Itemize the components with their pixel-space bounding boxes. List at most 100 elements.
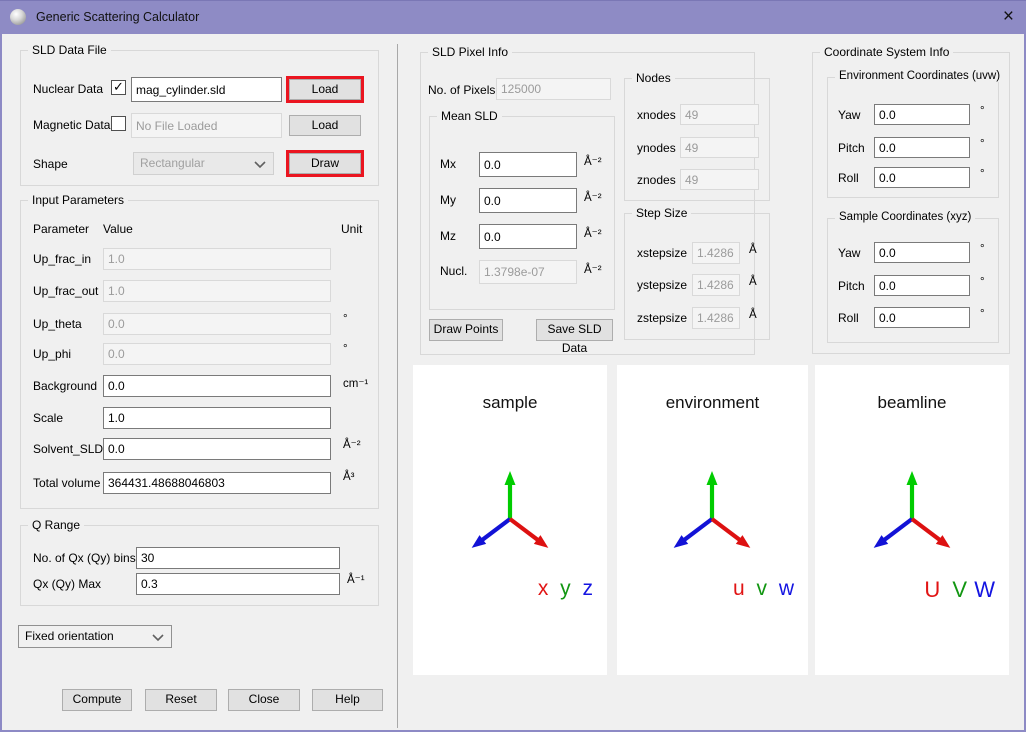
mz-unit: Å⁻²	[584, 226, 602, 240]
up-frac-in-input	[103, 248, 331, 270]
magnetic-data-label: Magnetic Data	[33, 118, 110, 132]
up-frac-out-input	[103, 280, 331, 302]
ynodes-label: ynodes	[637, 141, 676, 155]
my-input[interactable]	[479, 188, 577, 213]
up-frac-in-label: Up_frac_in	[33, 252, 91, 266]
env-yaw-input[interactable]	[874, 104, 970, 125]
total-volume-unit: Å³	[343, 471, 355, 483]
compute-button[interactable]: Compute	[62, 689, 132, 711]
background-input[interactable]	[103, 375, 331, 397]
shape-dropdown: Rectangular	[133, 152, 274, 175]
U-axis-label: U	[924, 577, 940, 602]
scale-label: Scale	[33, 411, 63, 425]
env-yaw-unit: °	[980, 105, 985, 117]
total-volume-label: Total volume	[33, 476, 100, 490]
draw-points-button[interactable]: Draw Points	[429, 319, 503, 341]
orientation-dropdown-value: Fixed orientation	[25, 629, 114, 643]
chevron-down-icon	[254, 161, 266, 169]
up-phi-input	[103, 343, 331, 365]
header-unit: Unit	[341, 222, 362, 236]
znodes-label: znodes	[637, 173, 676, 187]
close-button[interactable]: Close	[228, 689, 300, 711]
orientation-dropdown[interactable]: Fixed orientation	[18, 625, 172, 648]
mx-input[interactable]	[479, 152, 577, 177]
app-icon	[10, 9, 26, 25]
uvw-axis-labels: u v w	[727, 577, 794, 601]
no-of-pixels-input	[496, 78, 611, 100]
background-unit: cm⁻¹	[343, 376, 368, 390]
step-size-group: Step Size xstepsize Å ystepsize Å zsteps…	[624, 213, 770, 340]
reset-button[interactable]: Reset	[145, 689, 217, 711]
solvent-sld-input[interactable]	[103, 438, 331, 460]
ystepsize-label: ystepsize	[637, 278, 687, 292]
sample-pitch-label: Pitch	[838, 279, 865, 293]
qx-max-label: Qx (Qy) Max	[33, 577, 101, 591]
nuclear-load-button[interactable]: Load	[289, 79, 361, 100]
no-of-pixels-label: No. of Pixels	[428, 83, 495, 97]
sample-axes-panel: sample x y z	[413, 365, 607, 675]
solvent-sld-unit: Å⁻²	[343, 437, 361, 451]
zstepsize-unit: Å	[749, 309, 757, 321]
close-icon[interactable]: ×	[1003, 5, 1014, 29]
mz-label: Mz	[440, 229, 456, 243]
xyz-axes-icon	[435, 453, 585, 573]
window-title: Generic Scattering Calculator	[36, 10, 199, 24]
magnetic-data-checkbox[interactable]	[111, 116, 126, 131]
env-pitch-label: Pitch	[838, 141, 865, 155]
total-volume-input[interactable]	[103, 472, 331, 494]
sample-roll-input[interactable]	[874, 307, 970, 328]
env-roll-label: Roll	[838, 171, 859, 185]
input-parameters-title: Input Parameters	[28, 193, 128, 207]
mean-sld-group: Mean SLD Mx Å⁻² My Å⁻² Mz Å⁻² Nucl. Å⁻²	[429, 116, 615, 310]
q-range-group: Q Range No. of Qx (Qy) bins Qx (Qy) Max …	[20, 525, 379, 606]
sample-pitch-input[interactable]	[874, 275, 970, 296]
header-value: Value	[103, 222, 133, 236]
chevron-down-icon	[152, 634, 164, 642]
nuclear-data-file-input[interactable]	[131, 77, 282, 102]
sample-roll-label: Roll	[838, 311, 859, 325]
help-button[interactable]: Help	[312, 689, 383, 711]
nucl-unit: Å⁻²	[584, 262, 602, 276]
ynodes-input	[680, 137, 759, 158]
sld-data-file-group: SLD Data File Nuclear Data ✓ Load Magnet…	[20, 50, 379, 186]
magnetic-data-file-input	[131, 113, 282, 138]
u-axis-label: u	[733, 577, 745, 600]
save-sld-data-button[interactable]: Save SLD Data	[536, 319, 613, 341]
sld-pixel-info-title: SLD Pixel Info	[428, 45, 512, 59]
env-roll-unit: °	[980, 168, 985, 180]
xstepsize-unit: Å	[749, 244, 757, 256]
environment-coordinates-group: Environment Coordinates (uvw) Yaw ° Pitc…	[827, 77, 999, 198]
env-pitch-input[interactable]	[874, 137, 970, 158]
xnodes-input	[680, 104, 759, 125]
qx-bins-label: No. of Qx (Qy) bins	[33, 551, 136, 565]
env-pitch-unit: °	[980, 138, 985, 150]
background-label: Background	[33, 379, 97, 393]
shape-dropdown-value: Rectangular	[140, 156, 205, 170]
qx-max-input[interactable]	[136, 573, 340, 595]
mx-unit: Å⁻²	[584, 154, 602, 168]
nucl-label: Nucl.	[440, 264, 467, 278]
draw-button[interactable]: Draw	[289, 153, 361, 174]
my-unit: Å⁻²	[584, 190, 602, 204]
nuclear-data-label: Nuclear Data	[33, 82, 103, 96]
uvw-axes-icon	[637, 453, 787, 573]
header-parameter: Parameter	[33, 222, 89, 236]
nucl-input	[479, 260, 577, 284]
environment-panel-title: environment	[617, 393, 808, 413]
q-range-title: Q Range	[28, 518, 84, 532]
up-theta-input	[103, 313, 331, 335]
env-roll-input[interactable]	[874, 167, 970, 188]
sample-yaw-input[interactable]	[874, 242, 970, 263]
xyz-axis-labels: x y z	[532, 577, 593, 601]
sld-pixel-info-group: SLD Pixel Info No. of Pixels Mean SLD Mx…	[420, 52, 755, 355]
scale-input[interactable]	[103, 407, 331, 429]
up-phi-label: Up_phi	[33, 347, 71, 361]
qx-max-unit: Å⁻¹	[347, 572, 365, 586]
V-axis-label: V	[952, 577, 967, 602]
nuclear-data-checkbox[interactable]: ✓	[111, 80, 126, 95]
x-axis-label: x	[538, 577, 549, 600]
step-size-title: Step Size	[632, 206, 691, 220]
qx-bins-input[interactable]	[136, 547, 340, 569]
magnetic-load-button[interactable]: Load	[289, 115, 361, 136]
mz-input[interactable]	[479, 224, 577, 249]
